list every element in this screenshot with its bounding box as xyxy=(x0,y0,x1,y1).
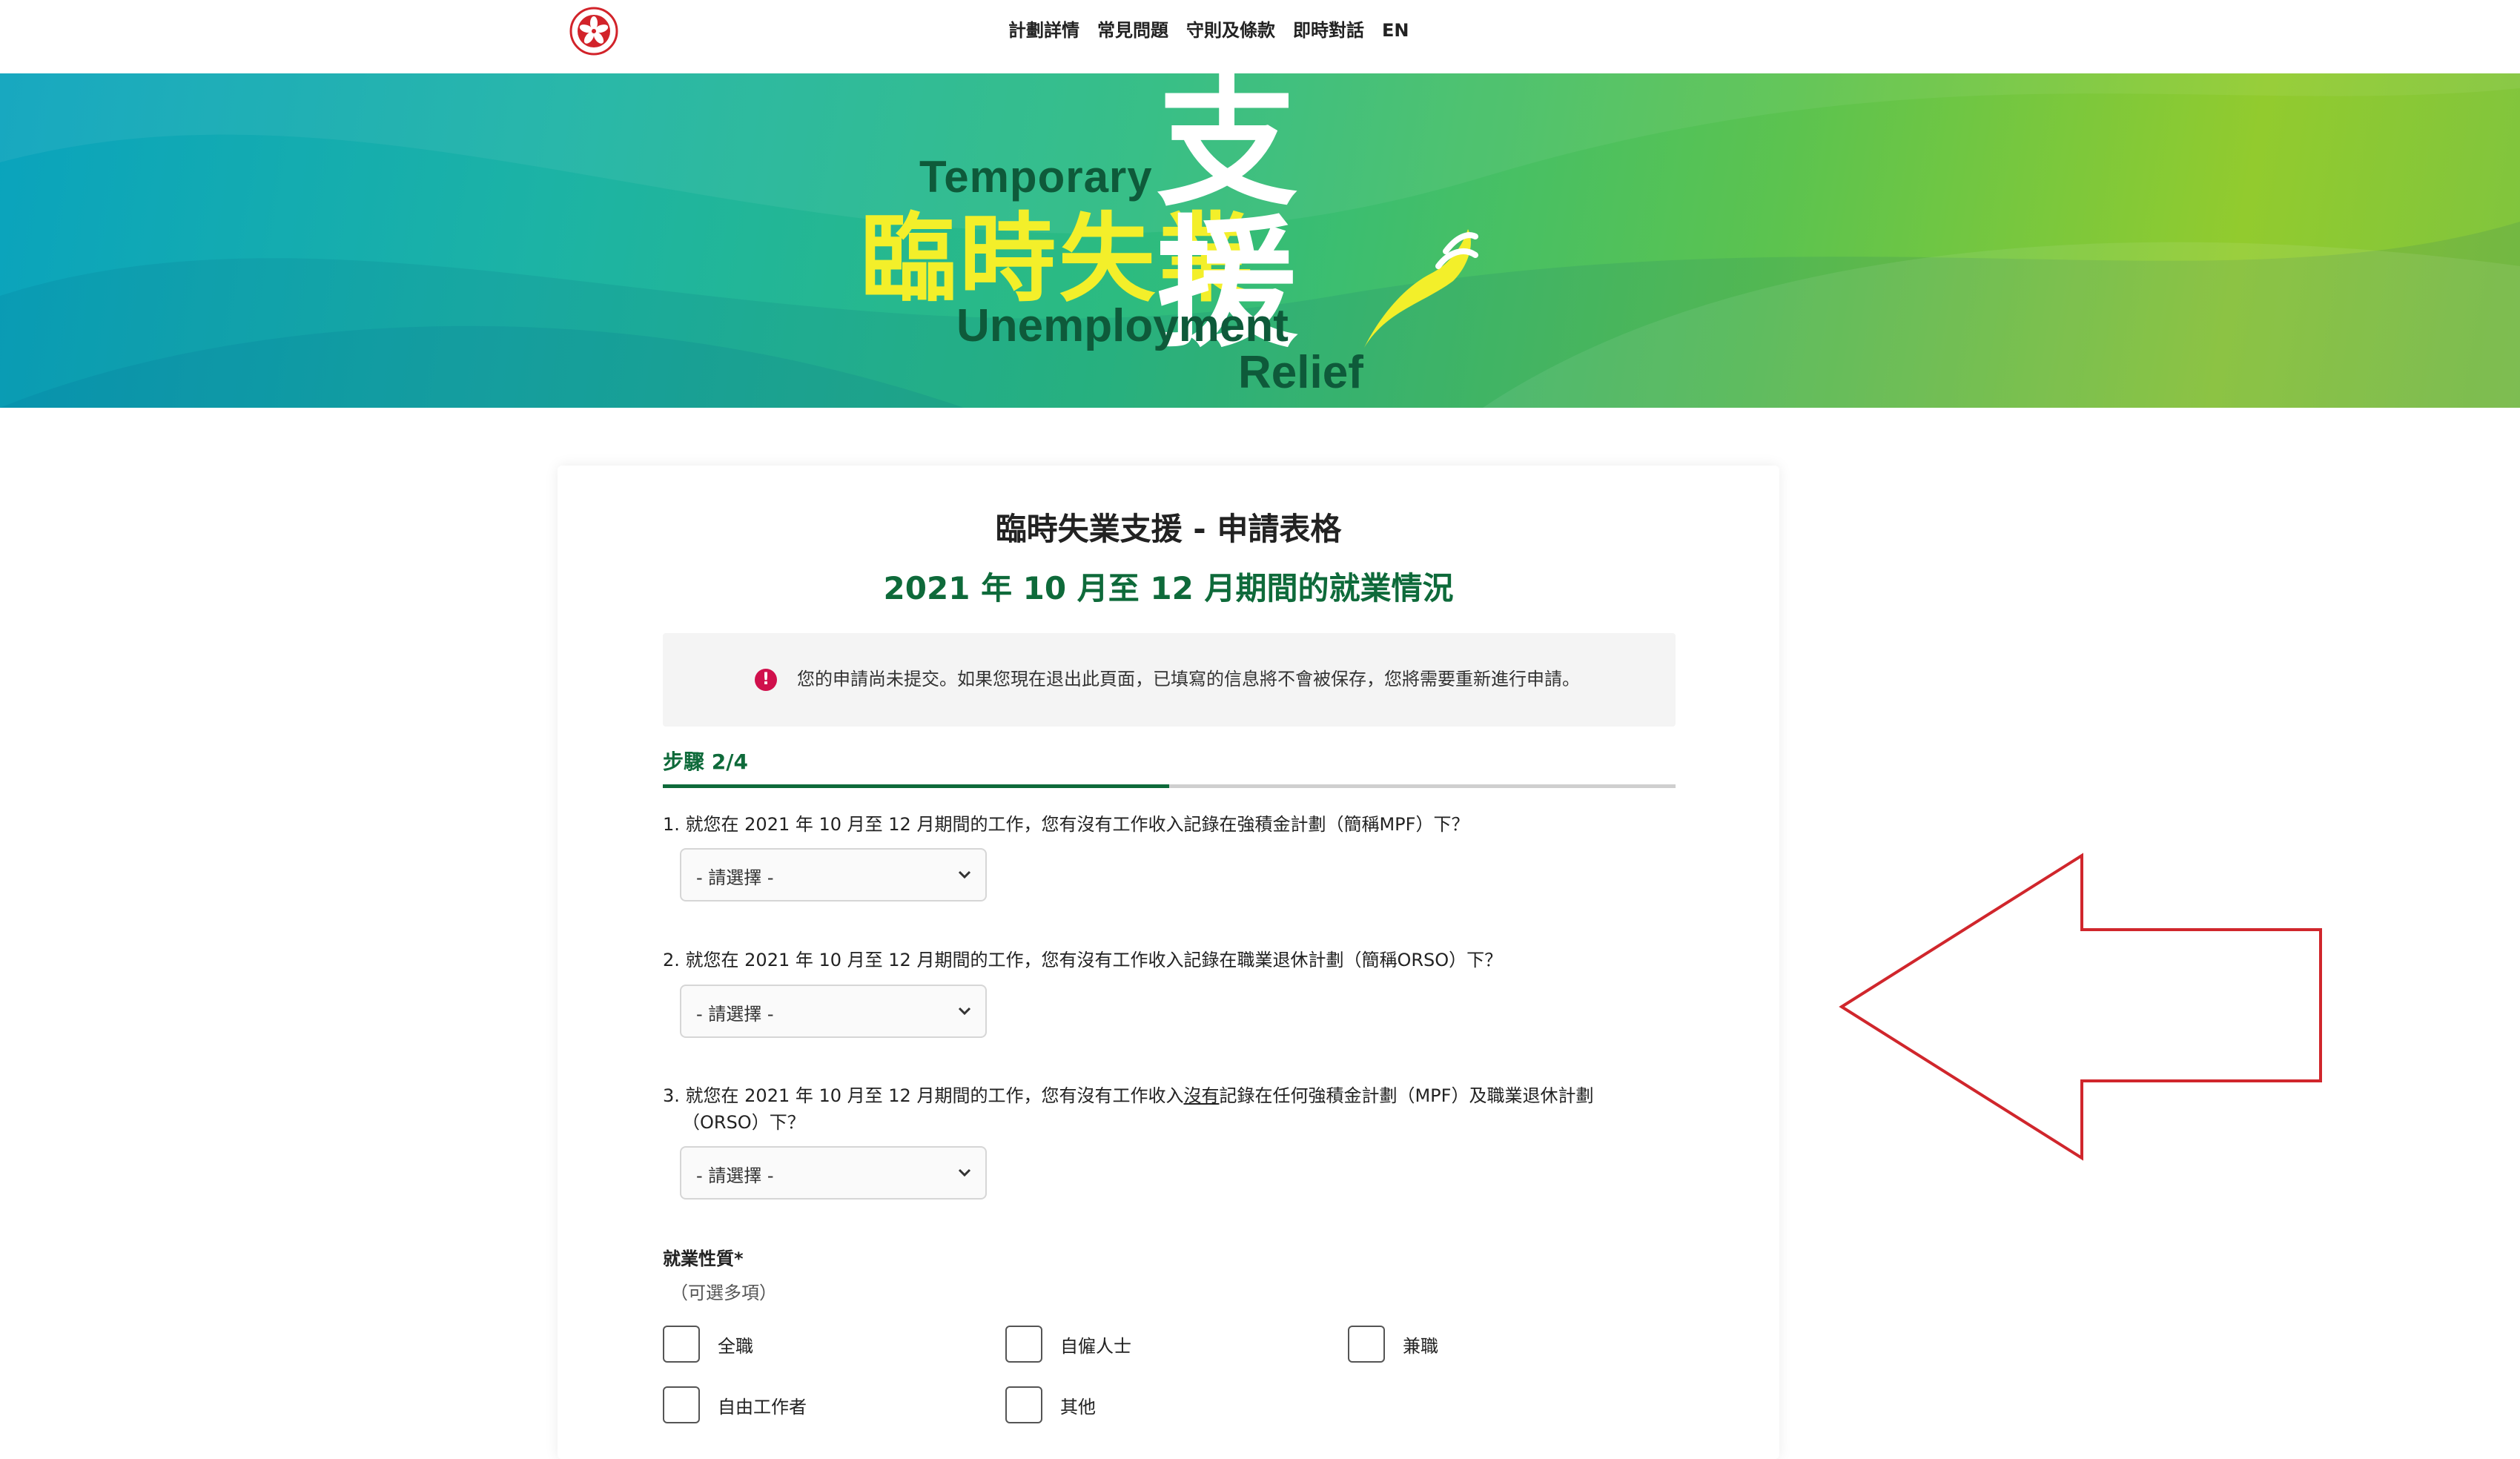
question-2-label: 2. 就您在 2021 年 10 月至 12 月期間的工作，您有沒有工作收入記錄… xyxy=(663,950,1503,970)
checkbox-other[interactable]: 其他 xyxy=(1005,1386,1096,1423)
hksar-emblem-icon[interactable] xyxy=(569,7,618,56)
step-progress-fill xyxy=(663,784,1169,788)
top-navigation-bar: 計劃詳情 常見問題 守則及條款 即時對話 EN xyxy=(0,0,2520,74)
checkbox-label: 兼職 xyxy=(1403,1335,1438,1357)
checkbox-self-employed[interactable]: 自僱人士 xyxy=(1005,1326,1131,1363)
checkbox-full-time[interactable]: 全職 xyxy=(663,1326,753,1363)
question-3-text-b: 記錄在任何強積金計劃（MPF）及職業退休計劃 xyxy=(1219,1085,1594,1106)
question-3-label: 3. 就您在 2021 年 10 月至 12 月期間的工作，您有沒有工作收入沒有… xyxy=(663,1082,1627,1136)
nav-language-en[interactable]: EN xyxy=(1382,18,1409,43)
question-3-text-c: （ORSO）下？ xyxy=(682,1112,805,1133)
checkbox-box[interactable] xyxy=(1348,1326,1385,1363)
warning-icon: ! xyxy=(755,669,777,691)
main-nav: 計劃詳情 常見問題 守則及條款 即時對話 EN xyxy=(1008,18,1409,43)
checkbox-label: 自由工作者 xyxy=(718,1396,807,1417)
checkbox-part-time[interactable]: 兼職 xyxy=(1348,1326,1438,1363)
checkbox-label: 自僱人士 xyxy=(1060,1335,1131,1357)
question-1-select[interactable]: - 請選擇 - xyxy=(680,848,987,901)
nav-terms[interactable]: 守則及條款 xyxy=(1186,18,1275,43)
question-3-text-a: 3. 就您在 2021 年 10 月至 12 月期間的工作，您有沒有工作收入 xyxy=(663,1085,1184,1106)
chevron-down-icon xyxy=(958,870,971,879)
form-title: 臨時失業支援 - 申請表格 xyxy=(995,511,1342,547)
checkbox-freelancer[interactable]: 自由工作者 xyxy=(663,1386,807,1423)
nav-scheme-details[interactable]: 計劃詳情 xyxy=(1008,18,1079,43)
nav-faq[interactable]: 常見問題 xyxy=(1097,18,1168,43)
step-progress-bar xyxy=(663,784,1676,788)
checkbox-box[interactable] xyxy=(663,1386,700,1423)
unsaved-notice-text: 您的申請尚未提交。如果您現在退出此頁面，已填寫的信息將不會被保存，您將需要重新進… xyxy=(797,669,1580,689)
chevron-down-icon xyxy=(958,1168,971,1177)
employment-type-label: 就業性質* xyxy=(663,1248,744,1269)
nav-live-chat[interactable]: 即時對話 xyxy=(1293,18,1364,43)
checkbox-label: 其他 xyxy=(1060,1396,1096,1417)
question-1-label: 1. 就您在 2021 年 10 月至 12 月期間的工作，您有沒有工作收入記錄… xyxy=(663,814,1469,835)
step-indicator: 步驟 2/4 xyxy=(663,750,748,774)
logo-text-temporary: Temporary xyxy=(919,152,1153,202)
question-1-select-value: - 請選擇 - xyxy=(696,867,774,888)
question-2-select-value: - 請選擇 - xyxy=(696,1004,774,1025)
helping-hand-icon xyxy=(1364,229,1478,348)
hero-banner: Temporary 臨時失業 支援 Unemployment Relief xyxy=(0,73,2520,408)
question-3-select-value: - 請選擇 - xyxy=(696,1165,774,1186)
question-3-emphasis: 沒有 xyxy=(1183,1085,1220,1106)
checkbox-box[interactable] xyxy=(1005,1386,1042,1423)
employment-type-hint: （可選多項） xyxy=(670,1283,777,1303)
checkbox-label: 全職 xyxy=(718,1335,753,1357)
application-form-card: 臨時失業支援 - 申請表格 2021 年 10 月至 12 月期間的就業情況 !… xyxy=(558,466,1779,1459)
question-3-select[interactable]: - 請選擇 - xyxy=(680,1146,987,1200)
checkbox-box[interactable] xyxy=(1005,1326,1042,1363)
form-subtitle: 2021 年 10 月至 12 月期間的就業情況 xyxy=(883,570,1454,606)
arrow-left-outline-icon xyxy=(1839,853,2322,1161)
unsaved-notice: ! 您的申請尚未提交。如果您現在退出此頁面，已填寫的信息將不會被保存，您將需要重… xyxy=(663,633,1676,727)
chevron-down-icon xyxy=(958,1007,971,1016)
logo-text-relief: Relief xyxy=(1238,347,1363,398)
checkbox-box[interactable] xyxy=(663,1326,700,1363)
logo-text-unemployment: Unemployment xyxy=(956,300,1289,351)
question-2-select[interactable]: - 請選擇 - xyxy=(680,985,987,1038)
